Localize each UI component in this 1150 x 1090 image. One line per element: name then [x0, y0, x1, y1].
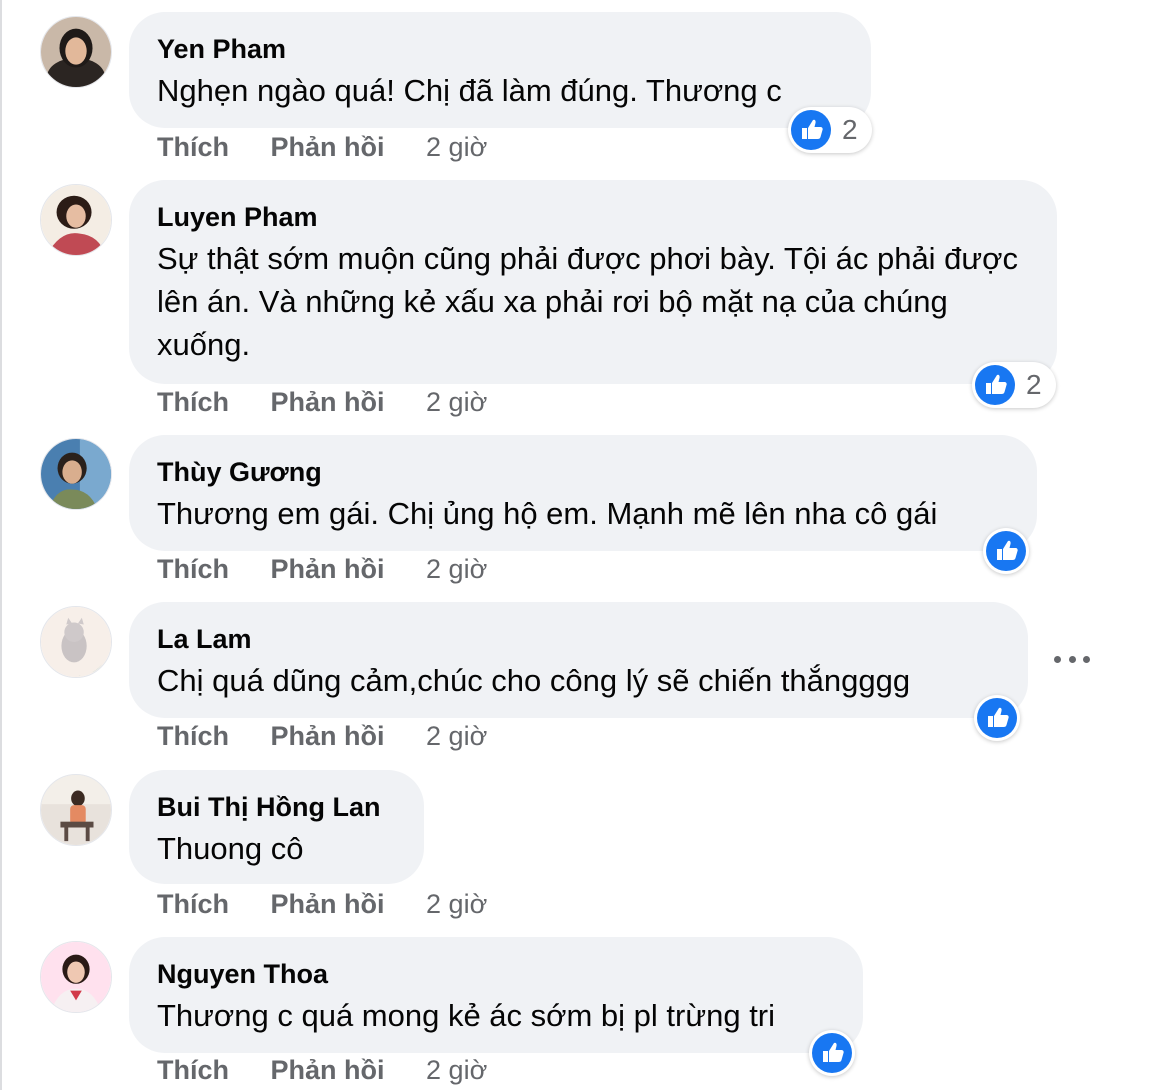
reaction-count: 2 — [842, 114, 858, 145]
timestamp[interactable]: 2 giờ — [426, 721, 487, 751]
comment-actions: Thích Phản hồi 2 giờ — [157, 132, 487, 163]
avatar[interactable] — [40, 184, 112, 256]
timestamp[interactable]: 2 giờ — [426, 889, 487, 919]
comment-bubble: Yen Pham Nghẹn ngào quá! Chị đã làm đúng… — [129, 12, 871, 128]
comment-text: Sự thật sớm muộn cũng phải được phơi bày… — [157, 241, 1019, 362]
more-options-icon[interactable] — [1054, 648, 1090, 670]
reply-link[interactable]: Phản hồi — [271, 387, 385, 417]
like-link[interactable]: Thích — [157, 387, 229, 417]
comment-text: Thương c quá mong kẻ ác sớm bị pl trừng … — [157, 998, 776, 1033]
avatar[interactable] — [40, 606, 112, 678]
comment-bubble: Thùy Gương Thương em gái. Chị ủng hộ em.… — [129, 435, 1037, 551]
commenter-name[interactable]: Yen Pham — [157, 32, 843, 66]
avatar[interactable] — [40, 941, 112, 1013]
reply-link[interactable]: Phản hồi — [271, 889, 385, 919]
avatar[interactable] — [40, 774, 112, 846]
like-thumb-icon — [986, 531, 1026, 571]
timestamp[interactable]: 2 giờ — [426, 554, 487, 584]
commenter-name[interactable]: La Lam — [157, 622, 1000, 656]
comment-bubble: Bui Thị Hồng Lan Thuong cô — [129, 770, 424, 884]
reply-link[interactable]: Phản hồi — [271, 132, 385, 162]
like-thumb-icon — [977, 698, 1017, 738]
like-thumb-icon — [975, 365, 1015, 405]
reply-link[interactable]: Phản hồi — [271, 1055, 385, 1085]
comment-text: Nghẹn ngào quá! Chị đã làm đúng. Thương … — [157, 73, 782, 108]
reaction-badge[interactable] — [983, 528, 1029, 574]
commenter-name[interactable]: Luyen Pham — [157, 200, 1029, 234]
comment-actions: Thích Phản hồi 2 giờ — [157, 1055, 487, 1086]
comment-text: Thuong cô — [157, 831, 304, 866]
reply-link[interactable]: Phản hồi — [271, 721, 385, 751]
commenter-name[interactable]: Bui Thị Hồng Lan — [157, 790, 396, 824]
comment-bubble: La Lam Chị quá dũng cảm,chúc cho công lý… — [129, 602, 1028, 718]
reaction-badge[interactable]: 2 — [788, 107, 872, 153]
commenter-name[interactable]: Thùy Gương — [157, 455, 1009, 489]
timestamp[interactable]: 2 giờ — [426, 132, 487, 162]
like-link[interactable]: Thích — [157, 132, 229, 162]
comment-actions: Thích Phản hồi 2 giờ — [157, 889, 487, 920]
like-thumb-icon — [791, 110, 831, 150]
reaction-badge[interactable]: 2 — [972, 362, 1056, 408]
comment-actions: Thích Phản hồi 2 giờ — [157, 721, 487, 752]
commenter-name[interactable]: Nguyen Thoa — [157, 957, 835, 991]
comment-bubble: Luyen Pham Sự thật sớm muộn cũng phải đư… — [129, 180, 1057, 384]
reply-link[interactable]: Phản hồi — [271, 554, 385, 584]
comment-text: Thương em gái. Chị ủng hộ em. Mạnh mẽ lê… — [157, 496, 938, 531]
comment-text: Chị quá dũng cảm,chúc cho công lý sẽ chi… — [157, 663, 911, 698]
comment-thread: Yen Pham Nghẹn ngào quá! Chị đã làm đúng… — [0, 0, 1150, 1090]
like-link[interactable]: Thích — [157, 554, 229, 584]
reaction-count: 2 — [1026, 369, 1042, 400]
like-thumb-icon — [812, 1033, 852, 1073]
like-link[interactable]: Thích — [157, 721, 229, 751]
like-link[interactable]: Thích — [157, 889, 229, 919]
timestamp[interactable]: 2 giờ — [426, 387, 487, 417]
avatar[interactable] — [40, 438, 112, 510]
reaction-badge[interactable] — [809, 1030, 855, 1076]
comment-actions: Thích Phản hồi 2 giờ — [157, 387, 487, 418]
comment-actions: Thích Phản hồi 2 giờ — [157, 554, 487, 585]
avatar[interactable] — [40, 16, 112, 88]
comment-bubble: Nguyen Thoa Thương c quá mong kẻ ác sớm … — [129, 937, 863, 1053]
reaction-badge[interactable] — [974, 695, 1020, 741]
like-link[interactable]: Thích — [157, 1055, 229, 1085]
timestamp[interactable]: 2 giờ — [426, 1055, 487, 1085]
